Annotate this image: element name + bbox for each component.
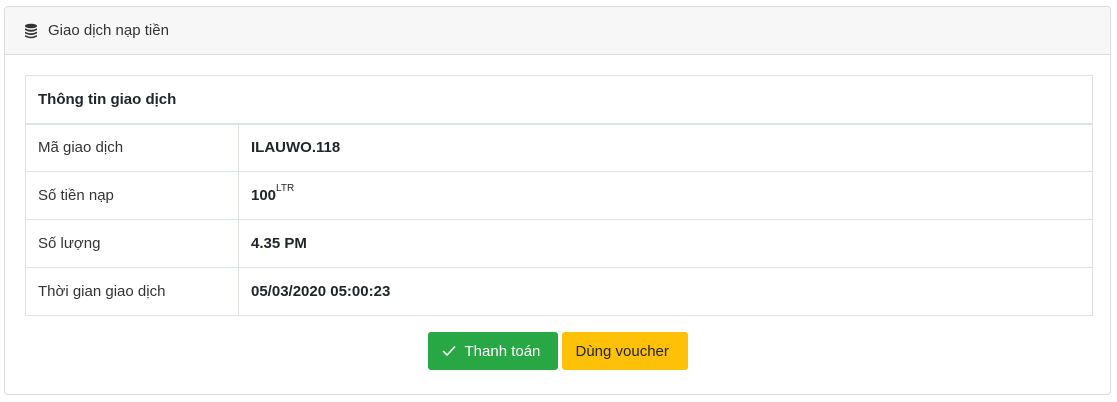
table-row: Thời gian giao dịch 05/03/2020 05:00:23 — [25, 267, 1093, 316]
table-row: Số lượng 4.35 PM — [25, 219, 1093, 268]
amount-value: 100 — [251, 187, 277, 204]
table-header: Thông tin giao dịch — [25, 75, 1093, 125]
transaction-info-table: Thông tin giao dịch Mã giao dịch ILAUWO.… — [25, 75, 1093, 316]
quantity-value: 4.35 PM — [238, 219, 1093, 268]
row-label: Mã giao dịch — [25, 123, 239, 172]
voucher-button-label: Dùng voucher — [575, 342, 669, 360]
action-bar: Thanh toán Dùng voucher — [25, 332, 1090, 370]
table-header-row: Thông tin giao dịch — [25, 75, 1093, 125]
transaction-id-value: ILAUWO.118 — [238, 123, 1093, 172]
amount-cell: 100LTR — [238, 171, 1093, 220]
coins-icon — [24, 23, 40, 39]
pay-button-label: Thanh toán — [464, 342, 541, 360]
pay-button[interactable]: Thanh toán — [427, 332, 558, 370]
row-label: Số lượng — [25, 219, 239, 268]
row-label: Số tiền nạp — [25, 171, 239, 220]
card-title: Giao dịch nạp tiền — [48, 22, 169, 39]
amount-unit: LTR — [276, 183, 295, 194]
card-body: Thông tin giao dịch Mã giao dịch ILAUWO.… — [5, 55, 1110, 370]
check-icon — [442, 344, 456, 358]
card-header: Giao dịch nạp tiền — [5, 7, 1110, 55]
transaction-time-value: 05/03/2020 05:00:23 — [238, 267, 1093, 316]
transaction-card: Giao dịch nạp tiền Thông tin giao dịch M… — [4, 6, 1111, 395]
use-voucher-button[interactable]: Dùng voucher — [561, 332, 688, 370]
row-label: Thời gian giao dịch — [25, 267, 239, 316]
table-row: Mã giao dịch ILAUWO.118 — [25, 123, 1093, 172]
table-row: Số tiền nạp 100LTR — [25, 171, 1093, 220]
